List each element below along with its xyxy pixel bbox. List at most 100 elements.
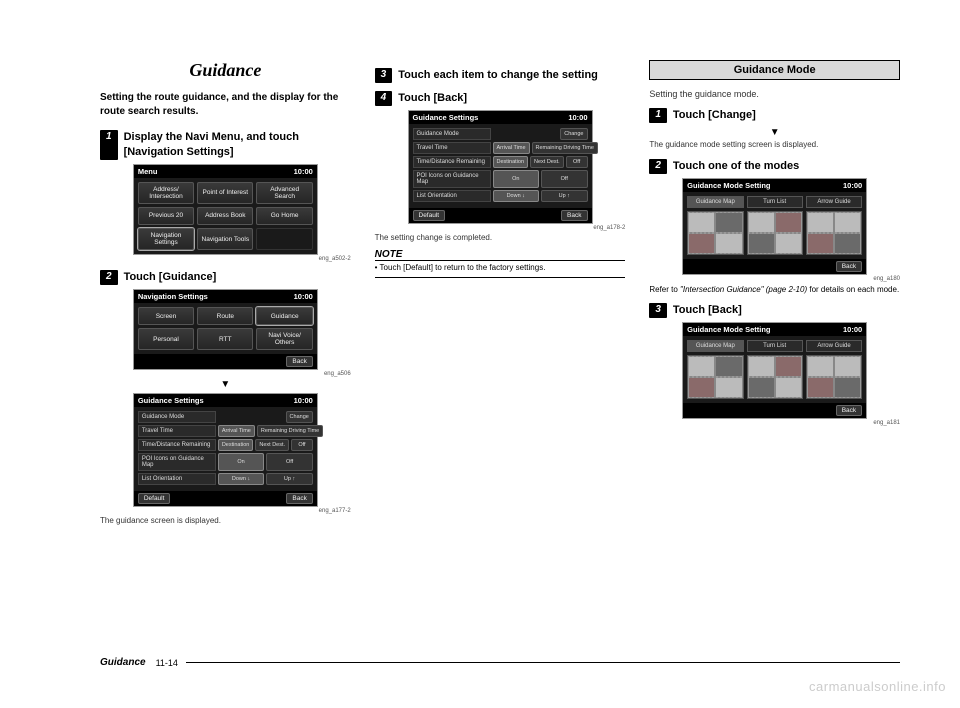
option-chip[interactable]: Arrival Time: [493, 142, 530, 154]
back-button[interactable]: Back: [836, 261, 862, 272]
step-text: Touch [Back]: [673, 303, 900, 318]
screen-title: Navigation Settings: [138, 292, 208, 301]
step-number-icon: 3: [375, 68, 393, 83]
mode-tab-guidance-map[interactable]: Guidance Map: [687, 196, 743, 208]
mode-tab-arrow-guide[interactable]: Arrow Guide: [806, 196, 862, 208]
menu-btn-advanced[interactable]: Advanced Search: [256, 182, 312, 204]
back-button[interactable]: Back: [286, 493, 312, 504]
step-3: 3 Touch each item to change the setting: [375, 68, 626, 83]
nav-btn-voice[interactable]: Navi Voice/ Others: [256, 328, 312, 350]
down-arrow-icon: ▼: [100, 379, 351, 390]
change-button[interactable]: Change: [560, 128, 587, 140]
screenshot-guidance-settings: Guidance Settings 10:00 Guidance ModeCha…: [133, 393, 318, 507]
down-arrow-icon: ▼: [649, 127, 900, 138]
default-button[interactable]: Default: [138, 493, 171, 504]
option-chip[interactable]: Off: [266, 453, 313, 471]
option-chip[interactable]: Next Dest.: [255, 439, 289, 451]
screen-time: 10:00: [568, 113, 587, 122]
mode-tab-turn-list[interactable]: Turn List: [747, 196, 803, 208]
menu-btn-navsettings[interactable]: Navigation Settings: [138, 228, 194, 250]
note-text: • Touch [Default] to return to the facto…: [375, 261, 626, 277]
option-chip[interactable]: Down ↓: [218, 473, 265, 485]
screenshot-nav-settings: Navigation Settings 10:00 Screen Route G…: [133, 289, 318, 370]
screen-title: Menu: [138, 167, 158, 176]
row-label: Travel Time: [138, 425, 216, 437]
default-button[interactable]: Default: [413, 210, 446, 221]
screen-time: 10:00: [843, 181, 862, 190]
refer-post: for details on each mode.: [807, 285, 899, 294]
menu-btn-navtools[interactable]: Navigation Tools: [197, 228, 253, 250]
page-footer: Guidance 11-14: [100, 657, 900, 668]
nav-btn-rtt[interactable]: RTT: [197, 328, 253, 350]
mode-tab-guidance-map[interactable]: Guidance Map: [687, 340, 743, 352]
footer-rule: [186, 662, 900, 663]
back-button[interactable]: Back: [836, 405, 862, 416]
menu-btn-gohome[interactable]: Go Home: [256, 207, 312, 225]
menu-btn-address[interactable]: Address/ Intersection: [138, 182, 194, 204]
row-label: List Orientation: [413, 190, 491, 202]
change-button[interactable]: Change: [286, 411, 313, 423]
option-chip[interactable]: Off: [541, 170, 588, 188]
figure-ref: eng_a177-2: [100, 508, 351, 514]
mode-tab-turn-list[interactable]: Turn List: [747, 340, 803, 352]
option-chip[interactable]: Destination: [218, 439, 254, 451]
nav-btn-route[interactable]: Route: [197, 307, 253, 325]
figure-ref: eng_a181: [649, 420, 900, 426]
back-button[interactable]: Back: [286, 356, 312, 367]
option-chip[interactable]: On: [493, 170, 540, 188]
option-chip[interactable]: Up ↑: [266, 473, 313, 485]
nav-btn-screen[interactable]: Screen: [138, 307, 194, 325]
step-3: 3 Touch [Back]: [649, 303, 900, 318]
option-chip[interactable]: Remaining Driving Time: [257, 425, 323, 437]
screen-time: 10:00: [843, 325, 862, 334]
screen-time: 10:00: [294, 167, 313, 176]
note-label: NOTE: [375, 249, 626, 261]
nav-btn-guidance[interactable]: Guidance: [256, 307, 312, 325]
option-chip[interactable]: Next Dest.: [530, 156, 564, 168]
step-number-icon: 2: [100, 270, 118, 285]
screen-time: 10:00: [294, 396, 313, 405]
option-chip[interactable]: Off: [566, 156, 588, 168]
option-chip[interactable]: Destination: [493, 156, 529, 168]
option-chip[interactable]: Off: [291, 439, 313, 451]
row-label: Guidance Mode: [413, 128, 491, 140]
option-chip[interactable]: On: [218, 453, 265, 471]
step-2: 2 Touch one of the modes: [649, 159, 900, 174]
mode-preview: [687, 211, 743, 255]
step-text: Touch [Back]: [398, 91, 625, 106]
figure-ref: eng_a180: [649, 276, 900, 282]
refer-pre: Refer to: [649, 285, 680, 294]
mode-preview: [687, 355, 743, 399]
figure-ref: eng_a506: [100, 371, 351, 377]
step-1: 1 Display the Navi Menu, and touch [Navi…: [100, 130, 351, 160]
nav-btn-personal[interactable]: Personal: [138, 328, 194, 350]
section-title: Guidance: [100, 60, 351, 81]
step-number-icon: 2: [649, 159, 667, 174]
row-label: List Orientation: [138, 473, 216, 485]
step-text: Touch one of the modes: [673, 159, 900, 174]
row-label: Time/Distance Remaining: [413, 156, 491, 168]
menu-btn-poi[interactable]: Point of Interest: [197, 182, 253, 204]
refer-link: "Intersection Guidance" (page 2-10): [680, 285, 807, 294]
step-number-icon: 4: [375, 91, 393, 106]
step-4: 4 Touch [Back]: [375, 91, 626, 106]
option-chip[interactable]: Remaining Driving Time: [532, 142, 598, 154]
option-chip[interactable]: Arrival Time: [218, 425, 255, 437]
figure-ref: eng_a178-2: [375, 225, 626, 231]
mode-preview: [747, 355, 803, 399]
figure-ref: eng_a502-2: [100, 256, 351, 262]
watermark: carmanualsonline.info: [809, 679, 946, 694]
option-chip[interactable]: Up ↑: [541, 190, 588, 202]
cross-reference: Refer to "Intersection Guidance" (page 2…: [649, 285, 900, 296]
mode-tab-arrow-guide[interactable]: Arrow Guide: [806, 340, 862, 352]
footer-section: Guidance: [100, 657, 146, 668]
content-columns: Guidance Setting the route guidance, and…: [100, 60, 900, 533]
screenshot-guidance-mode-2: Guidance Mode Setting 10:00 Guidance Map…: [682, 322, 867, 419]
option-chip[interactable]: Down ↓: [493, 190, 540, 202]
column-3: Guidance Mode Setting the guidance mode.…: [649, 60, 900, 533]
menu-btn-addressbook[interactable]: Address Book: [197, 207, 253, 225]
subsection-intro: Setting the guidance mode.: [649, 88, 900, 100]
screen-time: 10:00: [294, 292, 313, 301]
menu-btn-previous[interactable]: Previous 20: [138, 207, 194, 225]
back-button[interactable]: Back: [561, 210, 587, 221]
